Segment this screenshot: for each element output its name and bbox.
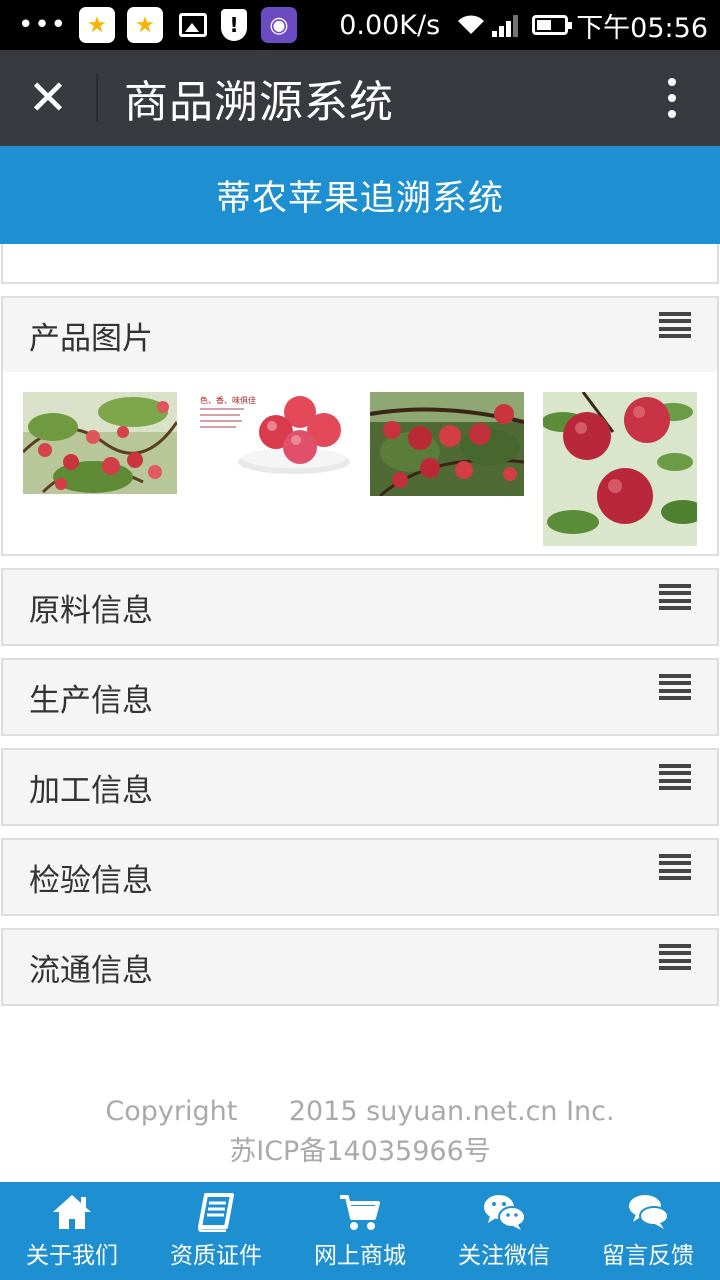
panel-production-info: 生产信息	[1, 658, 719, 736]
bottom-nav: 关于我们 资质证件 网上商城 关注微信 留言反馈	[0, 1182, 720, 1280]
nav-follow-wechat[interactable]: 关注微信	[432, 1182, 576, 1280]
status-bar: ••• ★ ★ ! ◉ 0.00K/s 下午05:56	[0, 0, 720, 50]
panel-product-images: 产品图片 色、香、味俱佳	[1, 296, 719, 556]
star-app-icon: ★	[127, 7, 164, 43]
network-speed: 0.00K/s	[339, 9, 441, 41]
apple-closeup-photo[interactable]	[542, 392, 697, 546]
panel-raw-material-info: 原料信息	[1, 568, 719, 646]
panel-header-inspection-info[interactable]: 检验信息	[3, 840, 717, 914]
panel-header-raw-material-info[interactable]: 原料信息	[3, 570, 717, 644]
panel-inspection-info: 检验信息	[1, 838, 719, 916]
close-button[interactable]: ✕	[0, 50, 96, 146]
panel-title: 检验信息	[29, 862, 153, 899]
panel-header-distribution-info[interactable]: 流通信息	[3, 930, 717, 1004]
apple-plate-photo[interactable]: 色、香、味俱佳	[196, 392, 351, 476]
more-dot-icon	[668, 110, 676, 118]
panel-header-product-images[interactable]: 产品图片	[3, 298, 717, 372]
nav-certificates[interactable]: 资质证件	[144, 1182, 288, 1280]
footer: Copyright 2015 suyuan.net.cn Inc. 苏ICP备1…	[0, 1092, 720, 1172]
main-content: 产品图片 色、香、味俱佳 原料信息 生产信息 加工信息 检验信息 流通信息	[0, 244, 720, 1006]
list-menu-icon[interactable]	[659, 764, 691, 790]
list-menu-icon[interactable]	[659, 944, 691, 970]
signal-icon	[492, 13, 520, 37]
list-menu-icon[interactable]	[659, 584, 691, 610]
panel-title: 原料信息	[29, 592, 153, 629]
home-icon	[53, 1195, 91, 1229]
cart-icon	[340, 1195, 380, 1230]
panel-title: 产品图片	[29, 320, 153, 357]
more-menu-button[interactable]	[624, 50, 720, 146]
panel-title: 加工信息	[29, 772, 153, 809]
blank-strip	[1, 244, 719, 284]
copyright-text: Copyright 2015 suyuan.net.cn Inc.	[105, 1096, 615, 1127]
nav-feedback[interactable]: 留言反馈	[576, 1182, 720, 1280]
page-title: 商品溯源系统	[124, 77, 394, 128]
apple-tree-photo-2[interactable]	[369, 392, 524, 496]
nav-label: 网上商城	[314, 1243, 406, 1269]
image-icon	[179, 13, 208, 37]
more-notifications-icon: •••	[18, 10, 68, 40]
nav-label: 关注微信	[458, 1243, 550, 1269]
nav-about-us[interactable]: 关于我们	[0, 1182, 144, 1280]
list-menu-icon[interactable]	[659, 854, 691, 880]
product-photo-gallery: 色、香、味俱佳	[3, 372, 717, 554]
panel-processing-info: 加工信息	[1, 748, 719, 826]
more-dot-icon	[668, 94, 676, 102]
panel-title: 生产信息	[29, 682, 153, 719]
nav-label: 资质证件	[170, 1243, 262, 1269]
title-bar: ✕ 商品溯源系统	[0, 50, 720, 146]
close-icon: ✕	[27, 70, 69, 126]
list-menu-icon[interactable]	[659, 312, 691, 338]
book-icon	[198, 1193, 234, 1232]
panel-title: 流通信息	[29, 952, 153, 989]
shield-icon: !	[221, 9, 248, 41]
apple-plate-caption: 色、香、味俱佳	[200, 395, 256, 405]
star-app-icon: ★	[79, 7, 116, 43]
clock: 下午05:56	[576, 12, 708, 44]
icp-text: 苏ICP备14035966号	[229, 1136, 491, 1167]
chat-icon	[629, 1195, 669, 1229]
panel-distribution-info: 流通信息	[1, 928, 719, 1006]
list-menu-icon[interactable]	[659, 674, 691, 700]
panel-header-processing-info[interactable]: 加工信息	[3, 750, 717, 824]
site-header: 蒂农苹果追溯系统	[0, 146, 720, 244]
wechat-icon	[484, 1195, 526, 1230]
notification-icons: ★ ★ ! ◉	[79, 7, 309, 43]
nav-label: 关于我们	[26, 1243, 118, 1269]
apple-tree-photo-1[interactable]	[23, 392, 177, 494]
panel-header-production-info[interactable]: 生产信息	[3, 660, 717, 734]
nav-label: 留言反馈	[602, 1243, 694, 1269]
more-dot-icon	[668, 78, 676, 86]
title-divider	[96, 74, 98, 122]
wifi-icon	[458, 15, 485, 34]
nav-online-store[interactable]: 网上商城	[288, 1182, 432, 1280]
purple-app-icon: ◉	[261, 7, 298, 43]
battery-icon	[532, 15, 573, 35]
